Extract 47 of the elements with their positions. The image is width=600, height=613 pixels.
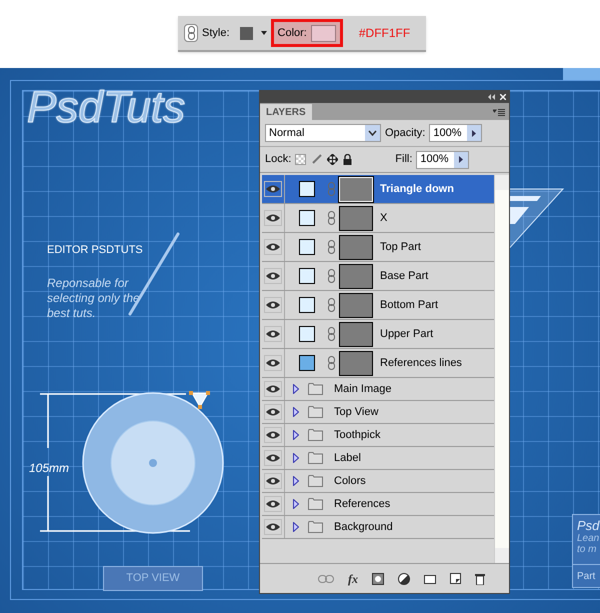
layer-group-row[interactable]: Top View <box>262 401 494 424</box>
view-label: TOP VIEW <box>103 566 203 591</box>
opacity-field[interactable]: 100% <box>429 124 482 142</box>
layer-group-name: Label <box>334 450 361 466</box>
layer-name: Upper Part <box>380 326 434 342</box>
side-card-text: Lean <box>577 533 600 544</box>
layer-row[interactable]: X <box>262 204 494 233</box>
layer-group-name: Toothpick <box>334 428 380 443</box>
layer-row[interactable]: References lines <box>262 349 494 378</box>
layer-group-row[interactable]: Main Image <box>262 378 494 401</box>
blend-mode-select[interactable]: Normal <box>265 124 381 142</box>
layer-row[interactable]: Triangle down <box>262 175 494 204</box>
logo-text: PsdTuts <box>27 86 186 130</box>
layer-group-row[interactable]: Label <box>262 447 494 470</box>
layer-group-row[interactable]: Toothpick <box>262 424 494 447</box>
layer-name: Triangle down <box>380 182 454 197</box>
layer-group-row[interactable]: Background <box>262 516 494 539</box>
layer-name: References lines <box>380 356 462 371</box>
layers-tab[interactable]: LAYERS <box>260 104 312 120</box>
dimension-label: 105mm <box>29 460 70 477</box>
layer-name: Bottom Part <box>380 298 438 313</box>
editor-title: EDITOR PSDTUTS <box>47 243 143 258</box>
layer-row[interactable]: Top Part <box>262 233 494 262</box>
layer-name: Base Part <box>380 268 428 284</box>
side-card-footer: Part <box>573 565 600 584</box>
lock-label: Lock: <box>265 152 292 168</box>
layer-group-name: Colors <box>334 474 366 489</box>
layer-group-row[interactable]: Colors <box>262 470 494 493</box>
layer-group-name: Main Image <box>334 382 392 397</box>
layer-group-row[interactable]: References <box>262 493 494 516</box>
fill-field[interactable]: 100% <box>416 150 470 168</box>
color-label: Color: <box>278 26 307 41</box>
layer-group-name: Top View <box>334 404 378 420</box>
layer-row[interactable]: Base Part <box>262 262 494 291</box>
side-card-title: Psd <box>577 518 600 533</box>
layer-style-button[interactable]: fx <box>348 570 358 588</box>
layer-row[interactable]: Upper Part <box>262 320 494 349</box>
layer-group-name: References <box>334 496 390 512</box>
side-card-text: to m <box>577 544 598 555</box>
layer-group-name: Background <box>334 520 393 535</box>
fill-label: Fill: <box>395 152 412 168</box>
style-label: Style: <box>202 26 230 41</box>
layer-row[interactable]: Bottom Part <box>262 291 494 320</box>
opacity-label: Opacity: <box>385 126 426 141</box>
layer-name: X <box>380 210 388 226</box>
color-hex-note: #DFF1FF <box>358 25 410 42</box>
layer-name: Top Part <box>380 240 421 255</box>
